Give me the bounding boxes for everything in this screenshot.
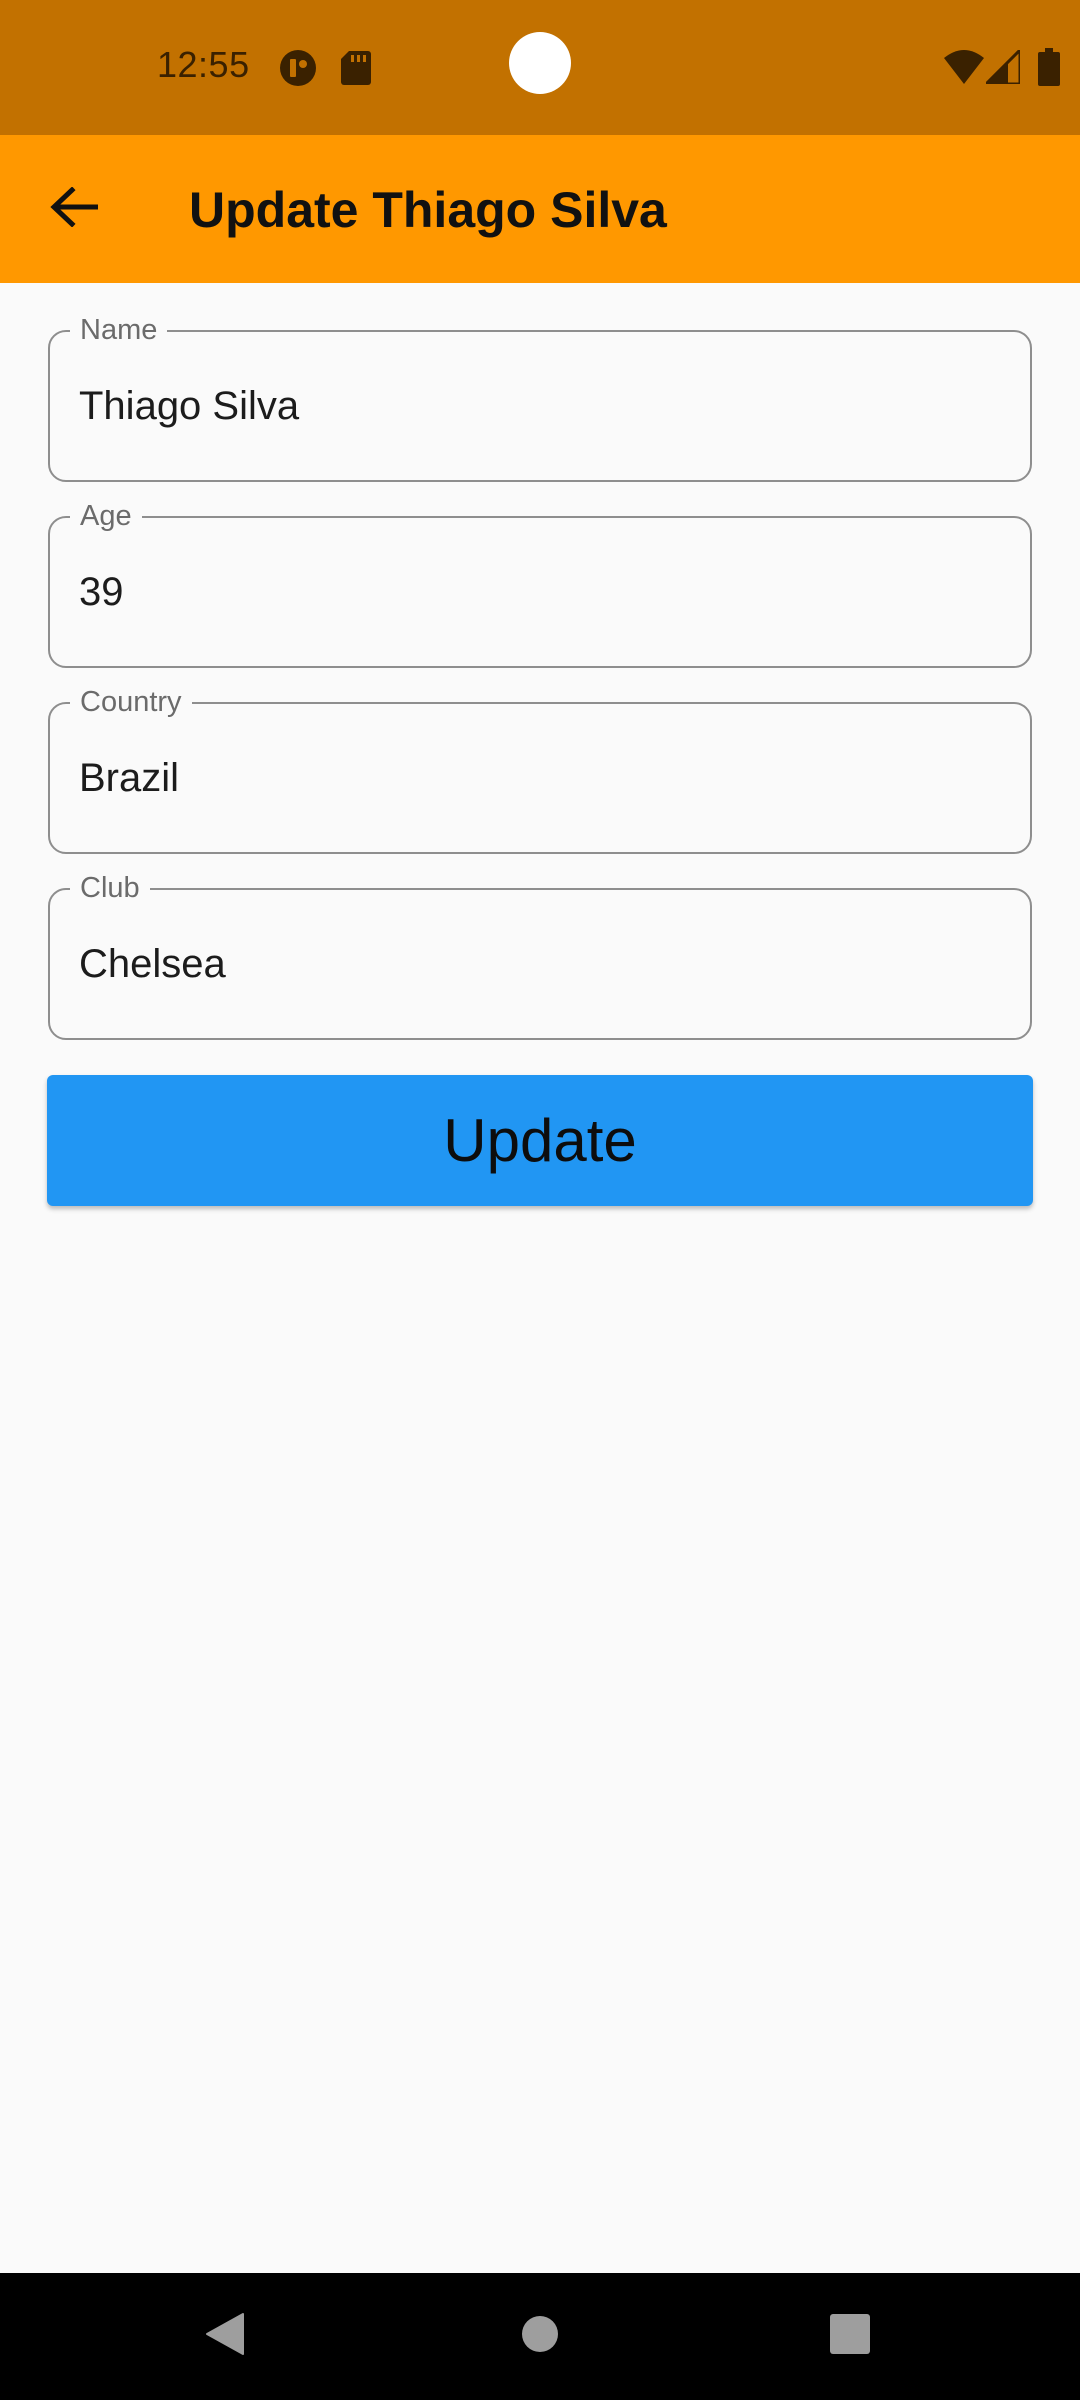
- country-field-label: Country: [70, 684, 192, 720]
- recents-square-icon: [830, 2314, 870, 2359]
- update-button[interactable]: Update: [47, 1075, 1033, 1206]
- back-button[interactable]: [30, 165, 118, 253]
- nav-recents-button[interactable]: [790, 2273, 910, 2400]
- name-input[interactable]: [79, 376, 999, 436]
- country-input[interactable]: [79, 748, 999, 808]
- home-circle-icon: [521, 2315, 559, 2358]
- system-nav-bar: [0, 2273, 1080, 2400]
- wifi-icon: [944, 50, 984, 89]
- age-input[interactable]: [79, 562, 999, 622]
- app-bar: Update Thiago Silva: [0, 135, 1080, 283]
- camera-cutout: [509, 32, 571, 94]
- update-button-label: Update: [443, 1107, 637, 1174]
- club-field-label: Club: [70, 870, 150, 906]
- page-title: Update Thiago Silva: [189, 182, 667, 238]
- arrow-back-icon: [50, 185, 99, 232]
- screen: 12:55 Update Thiago Silva Name Thiago Si…: [0, 0, 1080, 2400]
- nav-back-button[interactable]: [165, 2273, 285, 2400]
- notification-app-icon: [279, 49, 317, 92]
- name-field[interactable]: Name: [48, 312, 1032, 482]
- name-field-label: Name: [70, 312, 168, 348]
- club-field[interactable]: Club: [48, 870, 1032, 1040]
- country-field[interactable]: Country: [48, 684, 1032, 854]
- sd-card-icon: [341, 51, 371, 90]
- back-triangle-icon: [205, 2312, 245, 2361]
- status-bar: 12:55: [0, 0, 1080, 135]
- nav-home-button[interactable]: [480, 2273, 600, 2400]
- cell-signal-icon: [982, 46, 1022, 89]
- club-input[interactable]: [79, 934, 999, 994]
- age-field-label: Age: [70, 498, 142, 534]
- status-time: 12:55: [157, 44, 250, 85]
- age-field[interactable]: Age: [48, 498, 1032, 668]
- battery-icon: [1038, 48, 1060, 91]
